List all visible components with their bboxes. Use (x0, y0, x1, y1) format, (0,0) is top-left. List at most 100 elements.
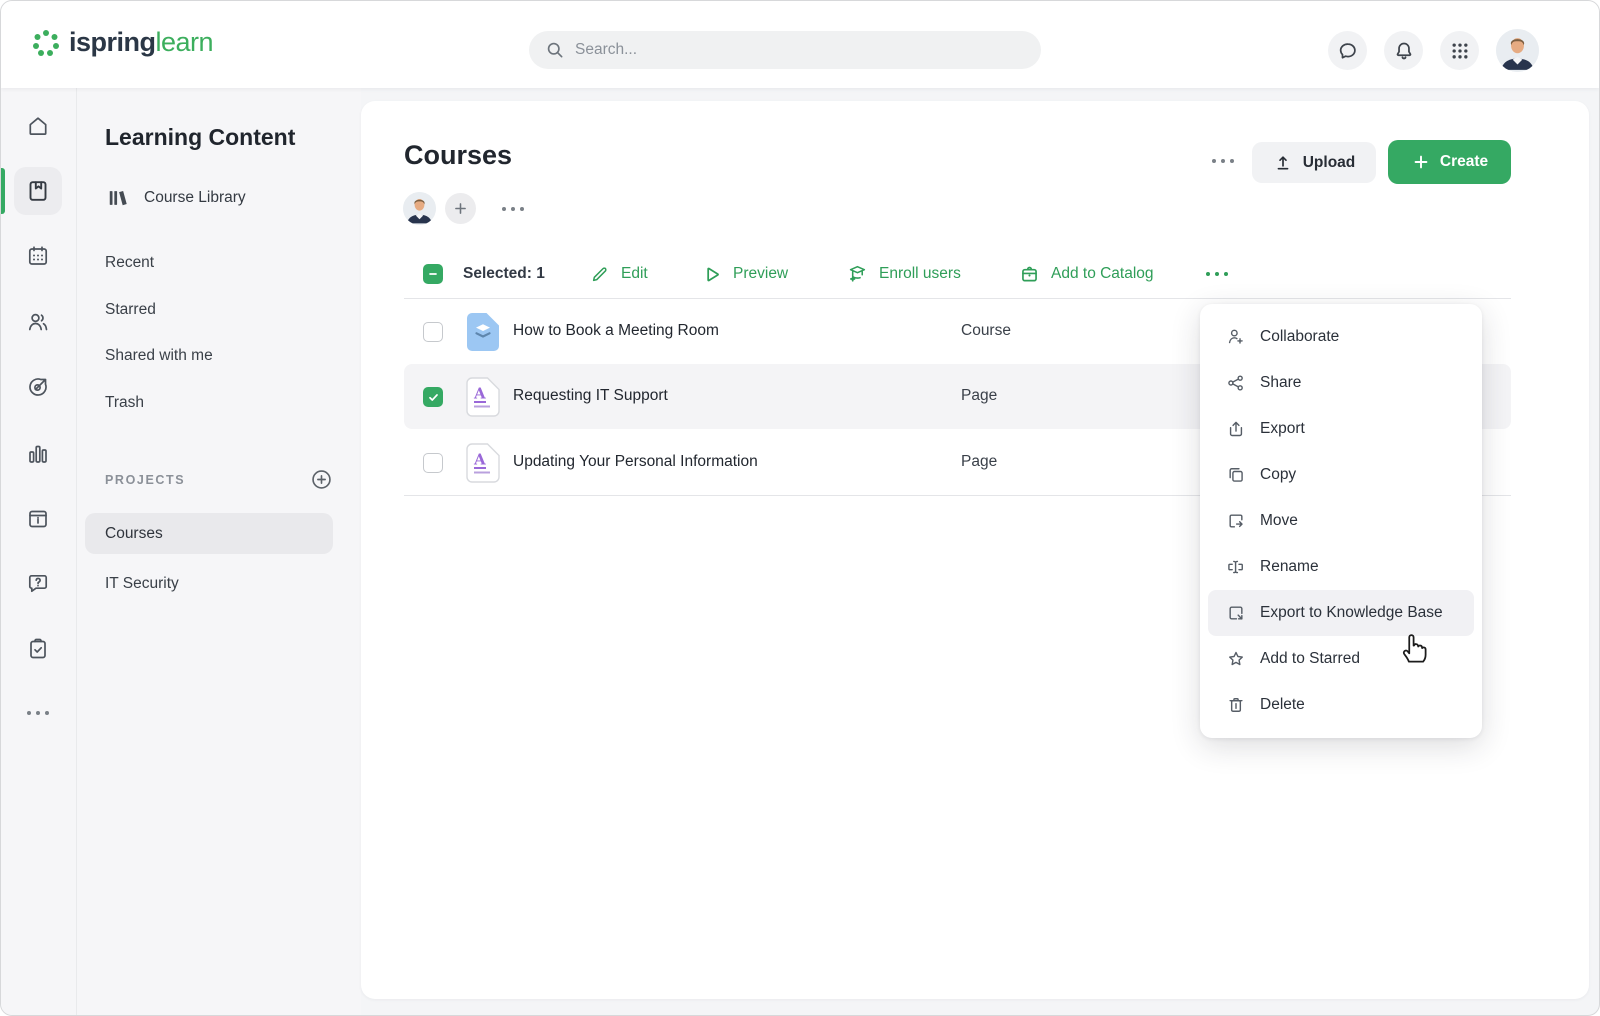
bell-icon (1393, 40, 1415, 62)
plus-circle-icon (310, 468, 333, 491)
create-label: Create (1440, 153, 1488, 171)
page-file-icon: A (466, 377, 500, 417)
row-context-menu: Collaborate Share Export Copy (1200, 304, 1482, 738)
share-icon (1226, 373, 1246, 393)
svg-text:A: A (473, 385, 486, 403)
rail-item-more[interactable] (16, 691, 60, 735)
logo-text-secondary: learn (156, 27, 214, 57)
edit-action[interactable]: Edit (589, 254, 648, 294)
sidebar-link-shared-with-me[interactable]: Shared with me (105, 347, 213, 365)
sidebar-project-courses[interactable]: Courses (85, 513, 333, 554)
toolbar-more-button[interactable] (1206, 254, 1228, 294)
menu-item-label: Copy (1260, 466, 1296, 484)
move-icon (1226, 511, 1246, 531)
apps-button[interactable] (1440, 31, 1479, 70)
menu-item-move[interactable]: Move (1208, 498, 1474, 544)
upload-label: Upload (1303, 154, 1356, 172)
chat-button[interactable] (1328, 31, 1367, 70)
sidebar-title: Learning Content (105, 124, 295, 151)
add-to-catalog-action[interactable]: Add to Catalog (1019, 254, 1154, 294)
menu-item-share[interactable]: Share (1208, 360, 1474, 406)
row-checkbox[interactable] (423, 453, 443, 473)
users-icon (26, 310, 50, 334)
person-plus-icon (1226, 327, 1246, 347)
sidebar-link-trash[interactable]: Trash (105, 394, 144, 412)
copy-icon (1226, 465, 1246, 485)
menu-item-label: Delete (1260, 696, 1305, 714)
bar-chart-icon (26, 442, 50, 466)
book-icon (26, 179, 50, 203)
add-collaborator-button[interactable] (445, 193, 476, 224)
upload-button[interactable]: Upload (1252, 142, 1376, 183)
rail-item-tasks[interactable] (16, 627, 60, 671)
menu-item-add-to-starred[interactable]: Add to Starred (1208, 636, 1474, 682)
export-icon (1226, 419, 1246, 439)
select-all-checkbox[interactable] (423, 254, 443, 294)
ellipsis-icon (1206, 272, 1228, 276)
menu-item-export[interactable]: Export (1208, 406, 1474, 452)
collaborators-more-button[interactable] (496, 201, 530, 217)
menu-item-collaborate[interactable]: Collaborate (1208, 314, 1474, 360)
rail-item-help[interactable] (16, 561, 60, 605)
brand-logo[interactable]: ispringlearn (31, 27, 213, 58)
preview-play-icon (701, 264, 722, 285)
edit-pencil-icon (589, 264, 610, 285)
chat-icon (1337, 40, 1359, 62)
create-button[interactable]: Create (1388, 140, 1511, 184)
upload-icon (1273, 153, 1293, 173)
rail-item-goals[interactable] (16, 365, 60, 409)
menu-item-export-to-knowledge-base[interactable]: Export to Knowledge Base (1208, 590, 1474, 636)
topbar-actions (1328, 29, 1539, 72)
projects-label: PROJECTS (105, 473, 185, 487)
sidebar-link-starred[interactable]: Starred (105, 301, 156, 319)
page-more-button[interactable] (1206, 153, 1240, 169)
target-arrow-icon (26, 375, 50, 399)
course-library-icon (107, 187, 129, 209)
menu-item-label: Share (1260, 374, 1301, 392)
calendar-icon (26, 244, 50, 268)
owner-avatar[interactable] (403, 192, 436, 225)
search-input[interactable]: Search... (529, 31, 1041, 69)
logo-text-primary: ispring (69, 27, 156, 57)
row-type: Page (961, 453, 997, 471)
trash-icon (1226, 695, 1246, 715)
plus-icon (1411, 152, 1431, 172)
menu-item-label: Move (1260, 512, 1298, 530)
row-title[interactable]: Updating Your Personal Information (513, 453, 758, 471)
row-type: Page (961, 387, 997, 405)
row-checkbox[interactable] (423, 387, 443, 407)
row-checkbox[interactable] (423, 322, 443, 342)
row-title[interactable]: How to Book a Meeting Room (513, 322, 719, 340)
menu-item-copy[interactable]: Copy (1208, 452, 1474, 498)
rename-icon (1226, 557, 1246, 577)
project-courses-label: Courses (105, 525, 163, 543)
info-panel-icon (26, 507, 50, 531)
page-file-icon: A (466, 443, 500, 483)
rail-item-learning-content[interactable] (16, 169, 60, 213)
notifications-button[interactable] (1384, 31, 1423, 70)
search-icon (545, 40, 565, 60)
rail-active-indicator (1, 168, 5, 214)
menu-item-label: Collaborate (1260, 328, 1339, 346)
clipboard-check-icon (26, 637, 50, 661)
page-title: Courses (404, 140, 512, 171)
row-title[interactable]: Requesting IT Support (513, 387, 668, 405)
selection-toolbar: Selected: 1 Edit Preview (361, 254, 1589, 294)
rail-item-home[interactable] (16, 104, 60, 148)
sidebar-link-recent[interactable]: Recent (105, 254, 154, 272)
add-project-button[interactable] (310, 468, 333, 491)
preview-action[interactable]: Preview (701, 254, 788, 294)
sidebar-item-course-library[interactable]: Course Library (107, 187, 246, 209)
profile-avatar[interactable] (1496, 29, 1539, 72)
icon-rail (1, 88, 77, 1015)
rail-item-users[interactable] (16, 300, 60, 344)
star-icon (1226, 649, 1246, 669)
menu-item-delete[interactable]: Delete (1208, 682, 1474, 728)
home-icon (26, 114, 50, 138)
rail-item-calendar[interactable] (16, 234, 60, 278)
rail-item-info-portal[interactable] (16, 497, 60, 541)
rail-item-reports[interactable] (16, 432, 60, 476)
sidebar-project-it-security[interactable]: IT Security (105, 575, 179, 593)
menu-item-rename[interactable]: Rename (1208, 544, 1474, 590)
enroll-users-action[interactable]: Enroll users (846, 254, 961, 294)
